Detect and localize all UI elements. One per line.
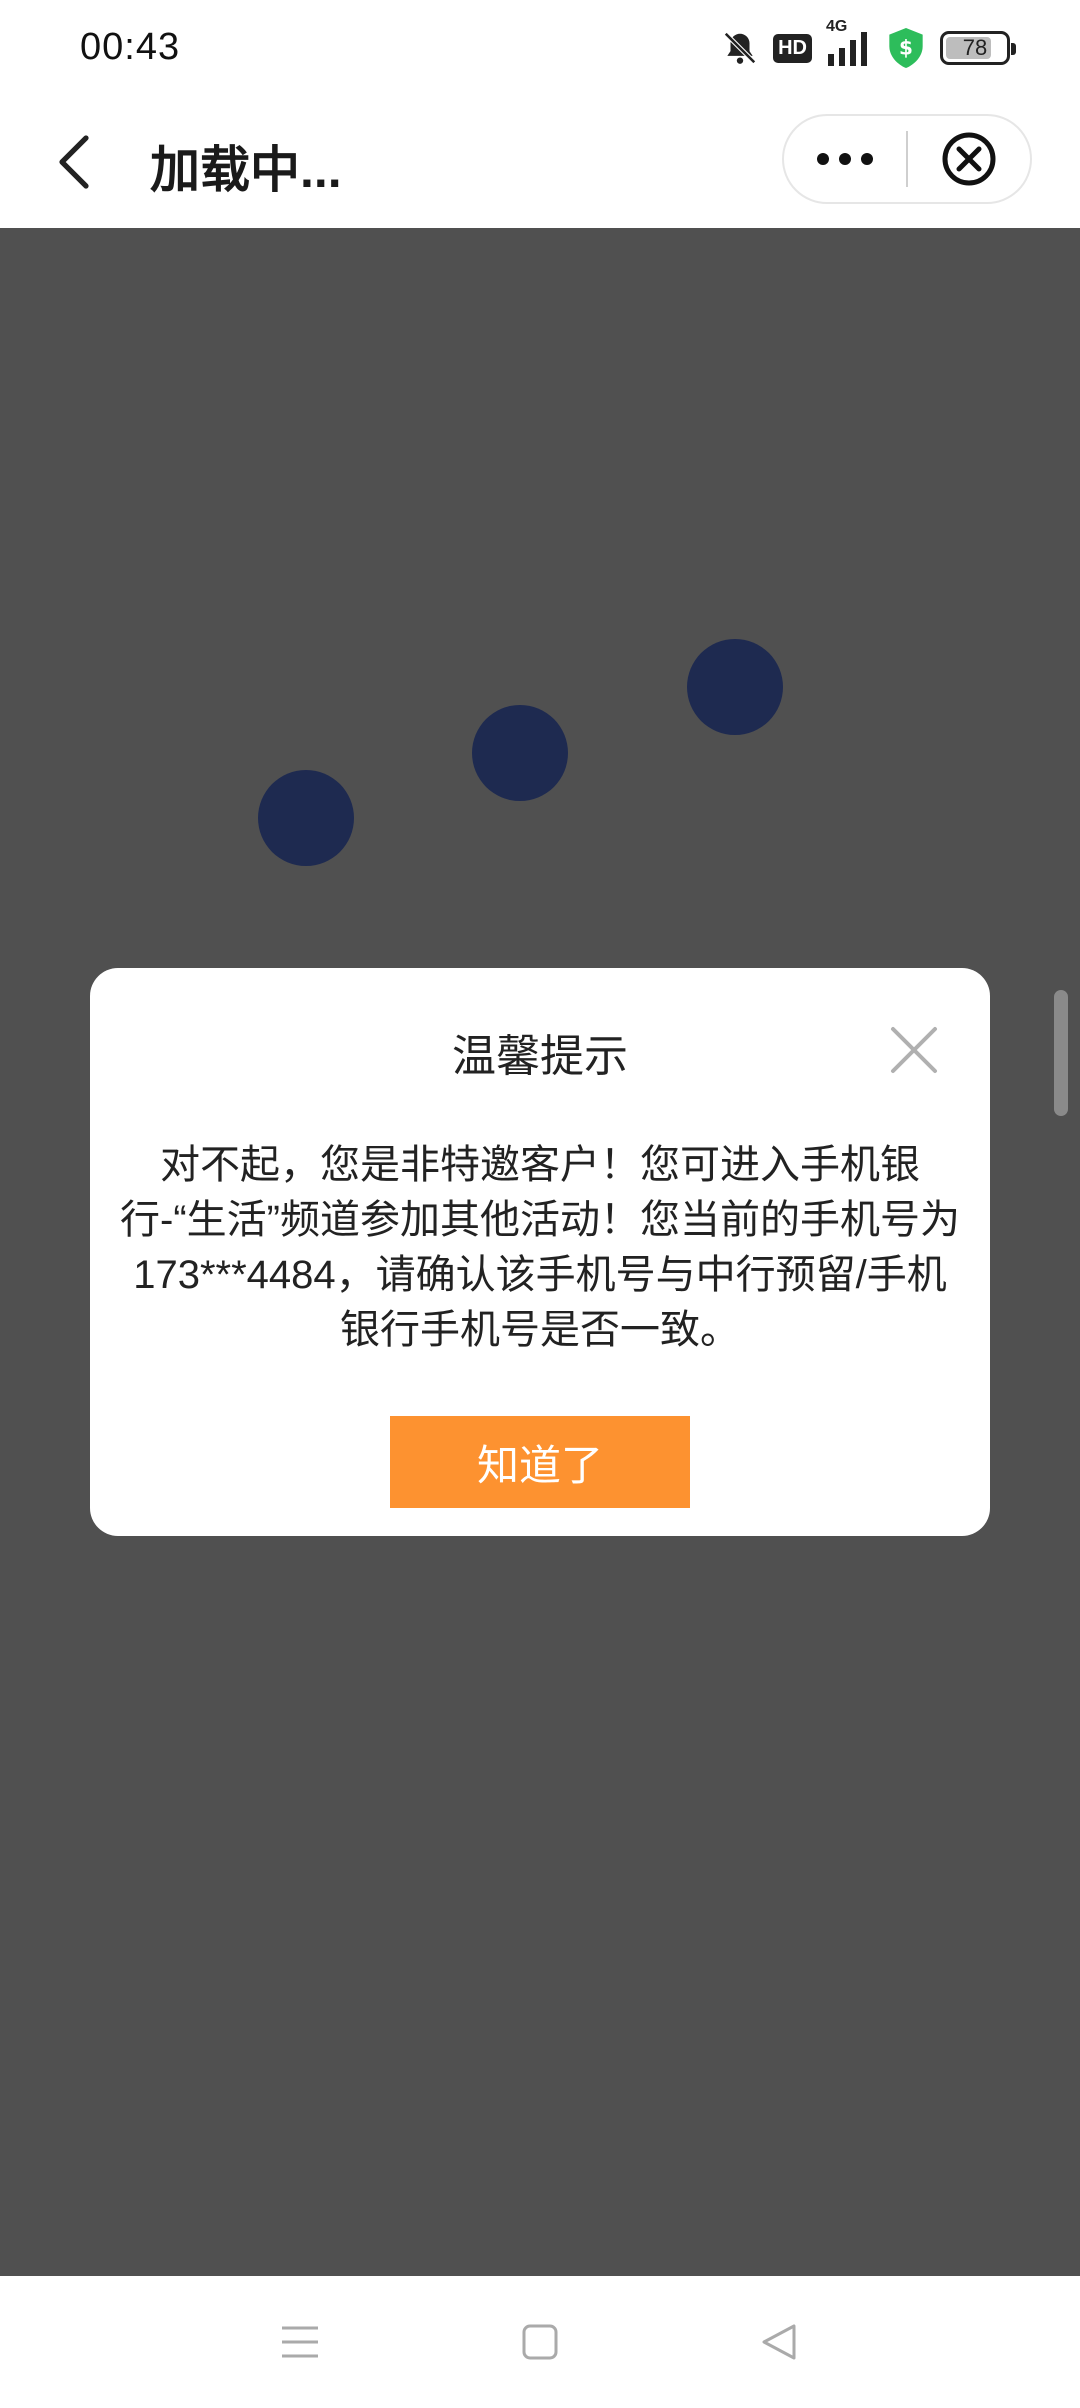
status-bar: 00:43 HD 4G $ 78 <box>0 0 1080 96</box>
home-button[interactable] <box>500 2302 580 2382</box>
system-nav-bar <box>0 2276 1080 2408</box>
dialog-title: 温馨提示 <box>452 1032 628 1081</box>
system-back-button[interactable] <box>740 2302 820 2382</box>
svg-text:$: $ <box>899 36 913 60</box>
back-button[interactable] <box>36 124 112 200</box>
more-dots-icon <box>817 153 873 165</box>
dialog-message: 对不起，您是非特邀客户！您可进入手机银行-“生活”频道参加其他活动！您当前的手机… <box>120 1143 960 1352</box>
network-label: 4G <box>826 18 848 35</box>
security-shield-icon: $ <box>886 26 926 70</box>
hd-label: HD <box>773 33 812 63</box>
status-icons: HD 4G $ 78 <box>721 18 1016 72</box>
loading-dot <box>258 770 354 866</box>
confirm-button[interactable]: 知道了 <box>390 1416 690 1508</box>
page-title: 加载中... <box>150 142 342 198</box>
signal-4g-icon: 4G <box>826 18 872 68</box>
scrollbar[interactable] <box>1054 990 1068 1116</box>
dialog-close-button[interactable] <box>886 1022 942 1078</box>
nav-bar: 加载中... <box>0 96 1080 228</box>
back-triangle-icon <box>762 2324 796 2360</box>
loading-dot <box>472 705 568 801</box>
loading-dot <box>687 639 783 735</box>
mini-program-capsule <box>782 114 1032 204</box>
hd-icon: HD <box>773 33 812 63</box>
close-x-icon <box>891 1027 937 1073</box>
more-button[interactable] <box>784 116 906 202</box>
battery-icon: 78 <box>940 31 1016 65</box>
chevron-left-icon <box>59 135 89 189</box>
home-square-icon <box>522 2324 558 2360</box>
close-circle-icon <box>942 132 996 186</box>
battery-level: 78 <box>962 35 988 60</box>
notice-dialog: 温馨提示 对不起，您是非特邀客户！您可进入手机银行-“生活”频道参加其他活动！您… <box>90 968 990 1536</box>
menu-icon <box>282 2326 318 2358</box>
bell-muted-icon <box>721 29 759 67</box>
menu-button[interactable] <box>260 2302 340 2382</box>
status-time: 00:43 <box>80 26 181 68</box>
close-app-button[interactable] <box>908 116 1030 202</box>
